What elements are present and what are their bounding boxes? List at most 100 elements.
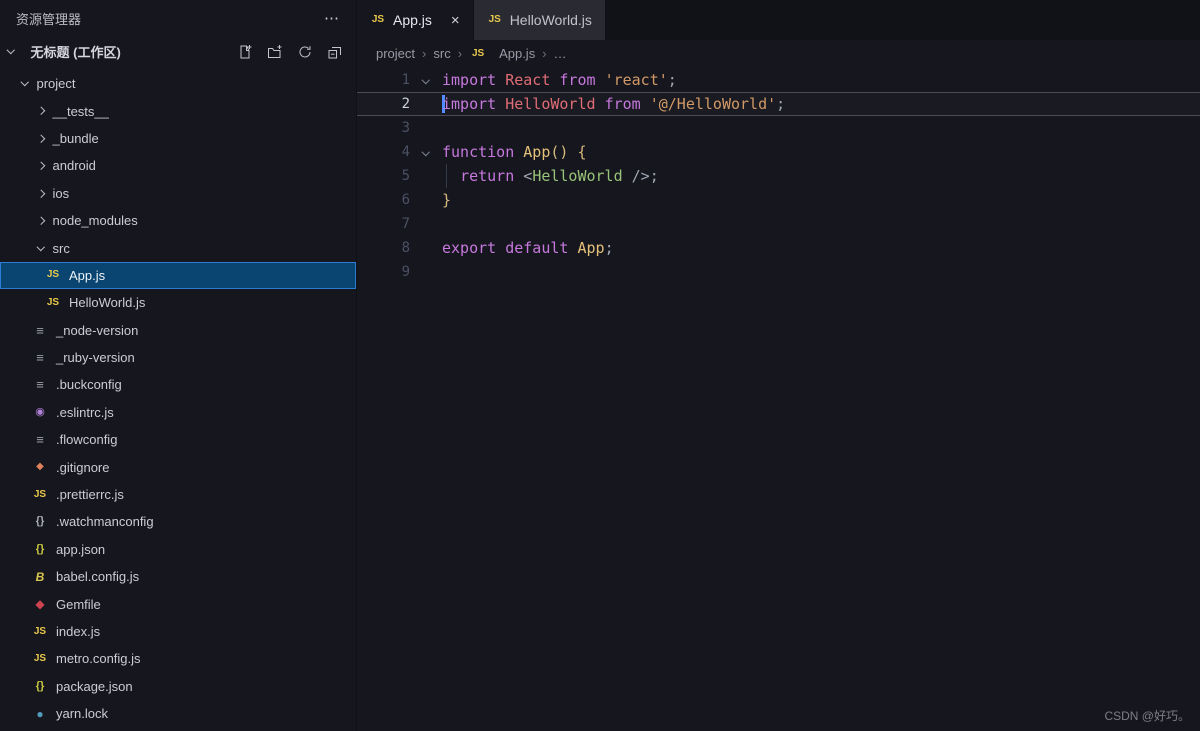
indent-guide bbox=[446, 164, 447, 188]
breadcrumb-label: … bbox=[554, 46, 567, 61]
chevron-right-icon bbox=[37, 135, 45, 143]
code-token: '@/HelloWorld' bbox=[650, 95, 776, 113]
tab-label: App.js bbox=[393, 12, 432, 28]
tree-item-app-json[interactable]: {}app.json bbox=[0, 536, 356, 563]
breadcrumb-item-project[interactable]: project bbox=[376, 46, 415, 61]
code-line-9[interactable]: 9 bbox=[357, 260, 1200, 284]
tree-item-label: Gemfile bbox=[56, 597, 101, 612]
code-text: return <HelloWorld />; bbox=[442, 167, 659, 185]
breadcrumb-item-src[interactable]: src bbox=[433, 46, 450, 61]
tree-item-label: .prettierrc.js bbox=[56, 487, 124, 502]
code-token: export bbox=[442, 239, 496, 257]
tree-item-gitignore[interactable]: ◆.gitignore bbox=[0, 453, 356, 480]
code-token: /> bbox=[632, 167, 650, 185]
tree-item-label: ios bbox=[53, 186, 70, 201]
tree-item-index-js[interactable]: JS index.js bbox=[0, 618, 356, 645]
js-file-icon: JS bbox=[31, 627, 49, 637]
code-text: function App() { bbox=[442, 143, 587, 161]
tree-item-label: HelloWorld.js bbox=[69, 295, 145, 310]
tree-item-label: project bbox=[37, 76, 76, 91]
code-editor[interactable]: 1import React from 'react';2import Hello… bbox=[357, 67, 1200, 731]
editor-group: JSApp.js×JSHelloWorld.js project›src›JSA… bbox=[357, 0, 1200, 731]
code-token: return bbox=[460, 167, 514, 185]
tab-helloworld-js[interactable]: JSHelloWorld.js bbox=[473, 0, 605, 40]
tree-item-node-version[interactable]: ≡_node-version bbox=[0, 317, 356, 344]
code-token bbox=[596, 71, 605, 89]
line-number: 8 bbox=[357, 240, 410, 256]
gem-file-icon: ◆ bbox=[31, 598, 49, 610]
chevron-right-icon bbox=[37, 217, 45, 225]
workspace-label: 无标题 (工作区) bbox=[31, 42, 121, 61]
code-text: import HelloWorld from '@/HelloWorld'; bbox=[442, 95, 785, 114]
tree-item-watchmanconfig[interactable]: {}.watchmanconfig bbox=[0, 508, 356, 535]
tree-item-gemfile[interactable]: ◆ Gemfile bbox=[0, 590, 356, 617]
tree-item-app-js[interactable]: JSApp.js bbox=[0, 262, 356, 289]
new-folder-icon[interactable] bbox=[264, 41, 286, 63]
tree-item-label: .gitignore bbox=[56, 460, 109, 475]
code-token: < bbox=[523, 167, 532, 185]
tree-item-prettierrc-js[interactable]: JS.prettierrc.js bbox=[0, 481, 356, 508]
js-file-icon: JS bbox=[44, 298, 62, 308]
tree-item-ruby-version[interactable]: ≡_ruby-version bbox=[0, 344, 356, 371]
breadcrumb-separator-icon: › bbox=[542, 46, 546, 61]
tree-item-babel-config-js[interactable]: Bbabel.config.js bbox=[0, 563, 356, 590]
chevron-right-icon bbox=[37, 189, 45, 197]
tree-item-label: .watchmanconfig bbox=[56, 514, 154, 529]
line-number: 4 bbox=[357, 144, 410, 160]
code-line-4[interactable]: 4 function App() { bbox=[357, 140, 1200, 164]
new-file-icon[interactable] bbox=[234, 41, 256, 63]
tree-item-ios[interactable]: ios bbox=[0, 180, 356, 207]
tree-item-helloworld-js[interactable]: JS HelloWorld.js bbox=[0, 289, 356, 316]
code-token bbox=[496, 71, 505, 89]
chevron-down-icon bbox=[21, 78, 29, 86]
chevron-right-icon bbox=[37, 162, 45, 170]
code-line-1[interactable]: 1import React from 'react'; bbox=[357, 68, 1200, 92]
tree-item-project[interactable]: project bbox=[0, 70, 356, 97]
code-line-5[interactable]: 5 return <HelloWorld />; bbox=[357, 164, 1200, 188]
code-token: () bbox=[550, 143, 568, 161]
explorer-toolbar bbox=[234, 41, 346, 63]
explorer-title-row: 资源管理器 ⋯ bbox=[0, 0, 356, 36]
collapse-all-icon[interactable] bbox=[324, 41, 346, 63]
explorer-sidebar: 资源管理器 ⋯ 无标题 (工作区) project __tests__ _bundl… bbox=[0, 0, 357, 731]
breadcrumb-separator-icon: › bbox=[458, 46, 462, 61]
js-file-icon: JS bbox=[44, 270, 62, 280]
tree-item-label: .eslintrc.js bbox=[56, 405, 114, 420]
list-file-icon: ≡ bbox=[31, 378, 49, 391]
tree-item-flowconfig[interactable]: ≡.flowconfig bbox=[0, 426, 356, 453]
workspace-header[interactable]: 无标题 (工作区) bbox=[0, 36, 356, 67]
breadcrumb-item-[interactable]: … bbox=[554, 46, 567, 61]
code-line-3[interactable]: 3 bbox=[357, 116, 1200, 140]
more-actions-icon[interactable]: ⋯ bbox=[324, 9, 340, 27]
breadcrumb-separator-icon: › bbox=[422, 46, 426, 61]
tree-item-label: index.js bbox=[56, 624, 100, 639]
tab-app-js[interactable]: JSApp.js× bbox=[357, 0, 473, 40]
tree-item-buckconfig[interactable]: ≡.buckconfig bbox=[0, 371, 356, 398]
tree-item-android[interactable]: android bbox=[0, 152, 356, 179]
tree-item-metro-config-js[interactable]: JSmetro.config.js bbox=[0, 645, 356, 672]
close-icon[interactable]: × bbox=[451, 13, 460, 28]
tree-item-src[interactable]: src bbox=[0, 234, 356, 261]
fold-chevron-icon[interactable] bbox=[410, 149, 442, 155]
breadcrumb-label: src bbox=[433, 46, 450, 61]
code-line-7[interactable]: 7 bbox=[357, 212, 1200, 236]
code-token: ; bbox=[605, 239, 614, 257]
tree-item-bundle[interactable]: _bundle bbox=[0, 125, 356, 152]
code-line-2[interactable]: 2import HelloWorld from '@/HelloWorld'; bbox=[357, 92, 1200, 116]
tree-item-package-json[interactable]: {}package.json bbox=[0, 673, 356, 700]
code-line-6[interactable]: 6} bbox=[357, 188, 1200, 212]
breadcrumb-label: App.js bbox=[499, 46, 535, 61]
code-token: ; bbox=[650, 167, 659, 185]
code-token: import bbox=[442, 95, 496, 113]
code-token: from bbox=[605, 95, 641, 113]
tree-item-node-modules[interactable]: node_modules bbox=[0, 207, 356, 234]
line-number: 9 bbox=[357, 264, 410, 280]
refresh-icon[interactable] bbox=[294, 41, 316, 63]
fold-chevron-icon[interactable] bbox=[410, 77, 442, 83]
tree-item-tests[interactable]: __tests__ bbox=[0, 97, 356, 124]
breadcrumb-item-app-js[interactable]: JSApp.js bbox=[469, 46, 535, 61]
tree-item-label: __tests__ bbox=[53, 104, 109, 119]
code-line-8[interactable]: 8export default App; bbox=[357, 236, 1200, 260]
tree-item-eslintrc-js[interactable]: ◉.eslintrc.js bbox=[0, 399, 356, 426]
tree-item-yarn-lock[interactable]: ●yarn.lock bbox=[0, 700, 356, 727]
